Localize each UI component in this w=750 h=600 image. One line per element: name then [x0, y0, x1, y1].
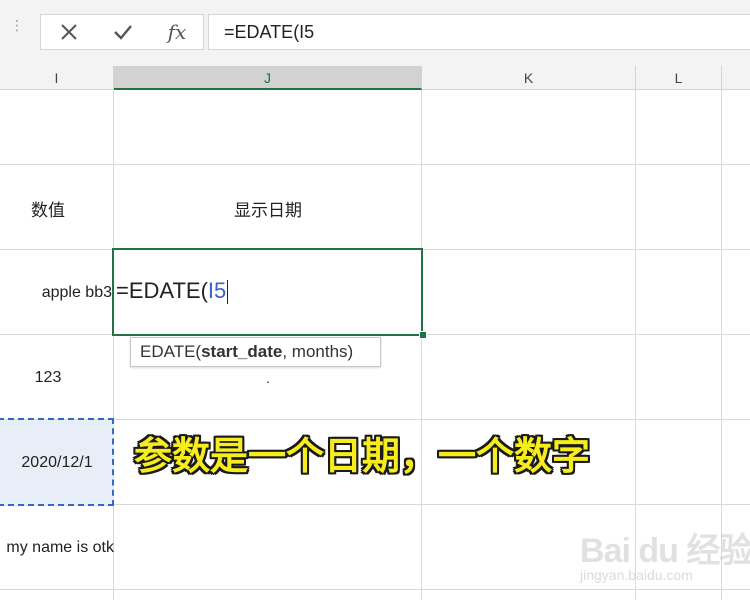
close-icon [61, 24, 77, 40]
checkmark-icon [114, 25, 132, 40]
cell-reference: I5 [207, 278, 227, 303]
fill-handle[interactable] [419, 331, 427, 339]
function-tooltip: EDATE(start_date, months) [130, 337, 381, 367]
formula-input[interactable]: =EDATE(I5 [208, 14, 750, 50]
watermark-url: jingyan.baidu.com [580, 567, 693, 583]
watermark-logo: Bai du 经验 [580, 532, 750, 570]
cell-I7[interactable]: my name is otk [0, 505, 114, 591]
watermark: Bai du 经验 jingyan.baidu.com [574, 515, 750, 595]
tooltip-args-rest: , months) [282, 342, 354, 361]
column-header-J[interactable]: J [114, 66, 422, 90]
tooltip-function: EDATE( [140, 342, 202, 361]
formula-bar-grip-icon[interactable]: ⋮ [10, 18, 24, 42]
cell-edit-text[interactable]: =EDATE(I5 [116, 278, 229, 305]
column-header-K[interactable]: K [422, 66, 636, 89]
active-cell-J4[interactable]: =EDATE(I5 [112, 248, 423, 336]
copy-marquee [0, 418, 114, 506]
formula-buttons: fx [40, 14, 204, 50]
column-header-L[interactable]: L [636, 66, 722, 89]
cell-I5[interactable]: 123 [0, 335, 96, 421]
tooltip-arg-current[interactable]: start_date [201, 342, 282, 361]
enter-button[interactable] [101, 15, 145, 49]
column-header-I[interactable]: I [0, 66, 114, 89]
cell-J3[interactable]: 显示日期 [114, 165, 422, 251]
annotation-text: 参数是一个日期，一个数字 [134, 434, 591, 478]
insert-function-button[interactable]: fx [155, 15, 199, 49]
column-header-row: I J K L [0, 66, 750, 90]
text-caret [227, 280, 229, 305]
cell-I4[interactable]: apple bb3 [0, 250, 112, 336]
cell-I3[interactable]: 数值 [0, 165, 96, 251]
cancel-button[interactable] [47, 15, 91, 49]
formula-prefix: =EDATE( [116, 278, 208, 303]
formula-bar: ⋮ fx =EDATE(I5 [0, 0, 750, 66]
fx-label: fx [167, 20, 187, 44]
